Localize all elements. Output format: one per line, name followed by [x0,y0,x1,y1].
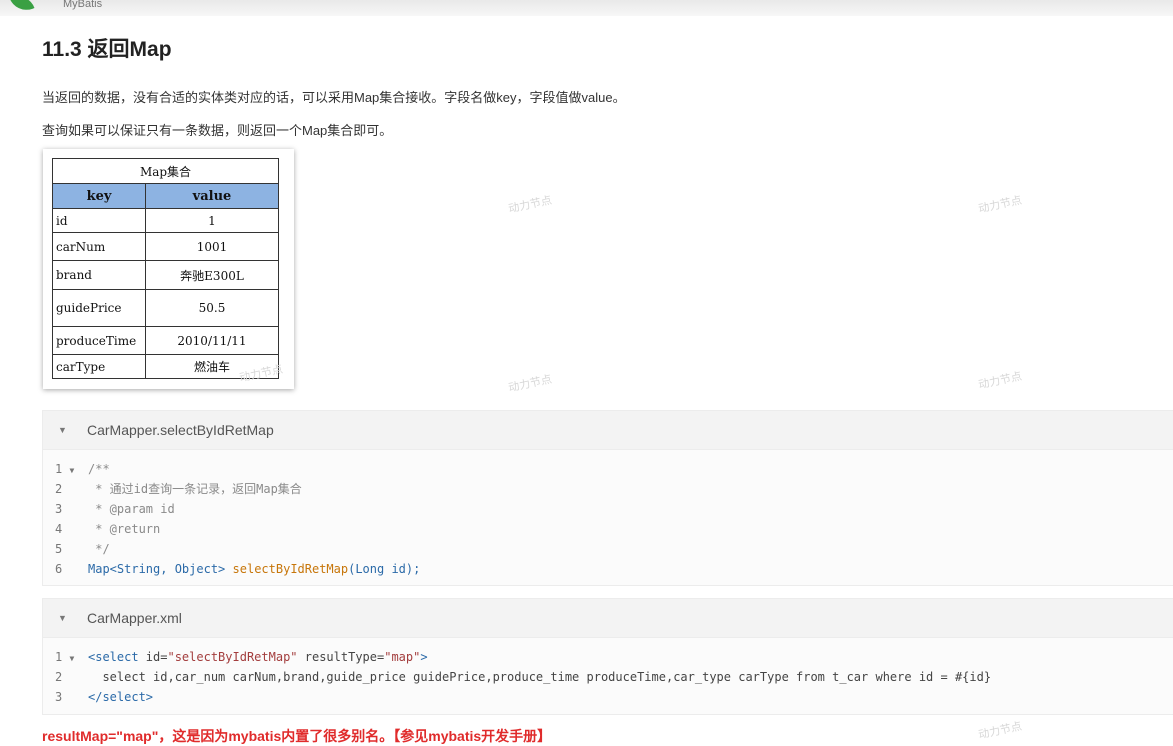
table-cell-value: 1 [145,208,279,233]
map-table-figure: Map集合 key value id 1 carNum 1001 brand 奔… [43,149,294,389]
line-number: 1 ▼ [55,462,75,476]
table-cell-key: carNum [52,232,146,261]
line-number: 2 [55,482,63,496]
table-row: carNum 1001 [52,232,279,261]
code-body[interactable]: 1 ▼ /** 2 * 通过id查询一条记录，返回Map集合 3 * @param… [43,450,1173,579]
table-cell-value: 1001 [145,232,279,261]
table-cell-key: brand [52,260,146,290]
table-cell-value: 50.5 [145,289,279,327]
watermark: 动力节点 [507,194,553,216]
line-number: 3 [55,690,63,704]
map-table-header-key: key [52,183,146,209]
watermark: 动力节点 [507,373,553,395]
collapse-chevron-icon[interactable]: ▼ [58,613,67,623]
map-table-header-value: value [145,183,279,209]
code-block-mapper: ▼ CarMapper.selectByIdRetMap 1 ▼ /** 2 * … [42,410,1173,586]
code-line: select id,car_num carNum,brand,guide_pri… [88,670,992,684]
map-table: Map集合 key value id 1 carNum 1001 brand 奔… [52,158,279,379]
watermark: 动力节点 [977,194,1023,216]
table-cell-key: guidePrice [52,289,146,327]
fold-icon: ▼ [69,466,75,475]
table-cell-value: 2010/11/11 [145,326,279,355]
result-map-note: resultMap="map"，这是因为mybatis内置了很多别名。【参见my… [42,728,552,744]
code-line: * @param id [88,502,175,516]
paragraph-intro: 当返回的数据，没有合适的实体类对应的话，可以采用Map集合接收。字段名做key，… [42,90,626,105]
table-row: guidePrice 50.5 [52,289,279,327]
table-cell-key: id [52,208,146,233]
code-line: </select> [88,690,154,704]
line-number: 1 ▼ [55,650,75,664]
code-line: */ [88,542,110,556]
code-block-title: CarMapper.selectByIdRetMap [87,422,274,438]
table-cell-key: produceTime [52,326,146,355]
line-number: 3 [55,502,63,516]
line-number: 5 [55,542,63,556]
map-table-caption: Map集合 [52,158,279,184]
code-line: /** [88,462,110,476]
top-bar: MyBatis [0,0,1173,16]
collapse-chevron-icon[interactable]: ▼ [58,425,67,435]
leaf-logo-icon [9,0,35,15]
table-row: brand 奔驰E300L [52,260,279,290]
code-block-title: CarMapper.xml [87,610,182,626]
table-row: produceTime 2010/11/11 [52,326,279,355]
code-body[interactable]: 1 ▼ <select id="selectByIdRetMap" resultT… [43,638,1173,707]
table-cell-value: 奔驰E300L [145,260,279,290]
line-number: 6 [55,562,63,576]
code-line: * 通过id查询一条记录，返回Map集合 [88,482,302,496]
line-number: 4 [55,522,63,536]
line-number: 2 [55,670,63,684]
paragraph-single-row: 查询如果可以保证只有一条数据，则返回一个Map集合即可。 [42,123,393,138]
code-block-header[interactable]: ▼ CarMapper.xml [43,599,1173,638]
section-heading: 11.3 返回Map [42,38,172,61]
code-line: Map<String, Object> selectByIdRetMap(Lon… [88,562,421,576]
brand-name: MyBatis [63,0,103,10]
code-line: <select id="selectByIdRetMap" resultType… [88,650,428,664]
table-cell-key: carType [52,354,146,379]
fold-icon: ▼ [69,654,75,663]
code-line: * @return [88,522,161,536]
table-row: id 1 [52,208,279,233]
code-block-xml: ▼ CarMapper.xml 1 ▼ <select id="selectByI… [42,598,1173,715]
watermark: 动力节点 [977,370,1023,392]
code-block-header[interactable]: ▼ CarMapper.selectByIdRetMap [43,411,1173,450]
